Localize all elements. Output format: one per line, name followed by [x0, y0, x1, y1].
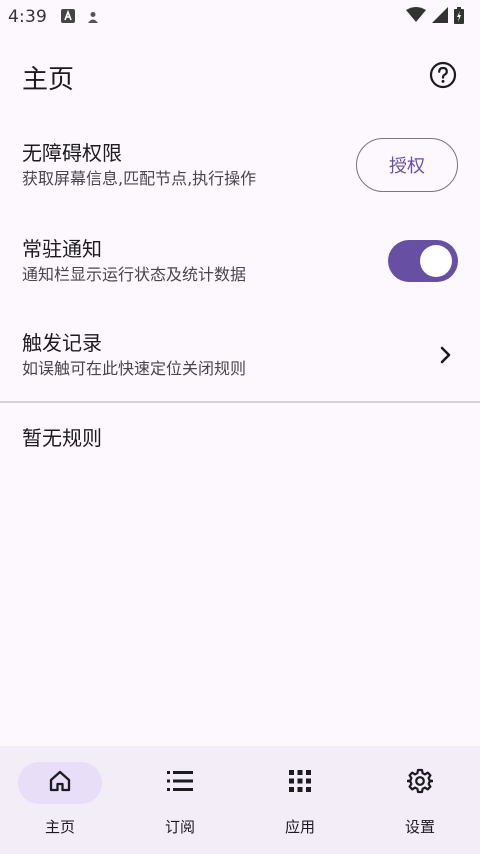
notification-toggle[interactable] — [388, 240, 458, 282]
help-circle-icon — [429, 61, 457, 93]
status-bar: 4:39 — [0, 0, 480, 34]
trigger-log-text: 触发记录 如误触可在此快速定位关闭规则 — [22, 330, 434, 380]
grant-permission-button[interactable]: 授权 — [356, 138, 458, 192]
chevron-right-icon — [434, 343, 458, 367]
accessibility-text: 无障碍权限 获取屏幕信息,匹配节点,执行操作 — [22, 140, 356, 190]
help-button[interactable] — [428, 61, 458, 93]
gear-icon — [406, 768, 434, 798]
page-title: 主页 — [22, 64, 75, 95]
persistent-notification-row[interactable]: 常驻通知 通知栏显示运行状态及统计数据 — [0, 230, 480, 292]
notification-subtitle: 通知栏显示运行状态及统计数据 — [22, 265, 247, 284]
notification-title: 常驻通知 — [22, 237, 102, 261]
accessibility-permission-row: 无障碍权限 获取屏幕信息,匹配节点,执行操作 授权 — [0, 134, 480, 196]
empty-rules-text: 暂无规则 — [22, 426, 102, 450]
apps-grid-icon — [289, 770, 311, 796]
nav-item-home[interactable]: 主页 — [0, 746, 120, 854]
section-divider — [0, 401, 480, 403]
home-icon — [48, 769, 72, 797]
accessibility-title: 无障碍权限 — [22, 141, 122, 165]
bottom-navigation: 主页 订阅 应用 设置 — [0, 746, 480, 854]
wifi-icon — [406, 7, 426, 27]
trigger-log-subtitle: 如误触可在此快速定位关闭规则 — [22, 359, 247, 378]
account-icon — [87, 8, 99, 27]
notification-text: 常驻通知 通知栏显示运行状态及统计数据 — [22, 236, 388, 286]
status-left-icons — [60, 8, 99, 27]
nav-active-indicator — [18, 762, 102, 804]
nav-item-apps[interactable]: 应用 — [240, 746, 360, 854]
trigger-log-title: 触发记录 — [22, 331, 102, 355]
toggle-thumb — [420, 245, 452, 277]
nav-item-settings[interactable]: 设置 — [360, 746, 480, 854]
trigger-log-row[interactable]: 触发记录 如误触可在此快速定位关闭规则 — [0, 324, 480, 386]
nav-label-settings: 设置 — [404, 818, 435, 836]
top-app-bar: 主页 — [0, 52, 480, 102]
a-box-icon — [60, 8, 75, 27]
signal-icon — [432, 7, 448, 27]
nav-label-home: 主页 — [44, 818, 75, 836]
list-icon — [167, 770, 193, 796]
accessibility-subtitle: 获取屏幕信息,匹配节点,执行操作 — [22, 169, 257, 188]
home-screen: 4:39 主页 无障碍权限 获取屏幕信息,匹配节点,执行操作 授权 常驻通知 通… — [0, 0, 480, 854]
status-time: 4:39 — [8, 7, 47, 27]
nav-label-subscriptions: 订阅 — [164, 818, 195, 836]
status-right-icons — [406, 6, 464, 28]
nav-label-apps: 应用 — [284, 818, 315, 836]
battery-icon — [454, 6, 464, 28]
nav-item-subscriptions[interactable]: 订阅 — [120, 746, 240, 854]
